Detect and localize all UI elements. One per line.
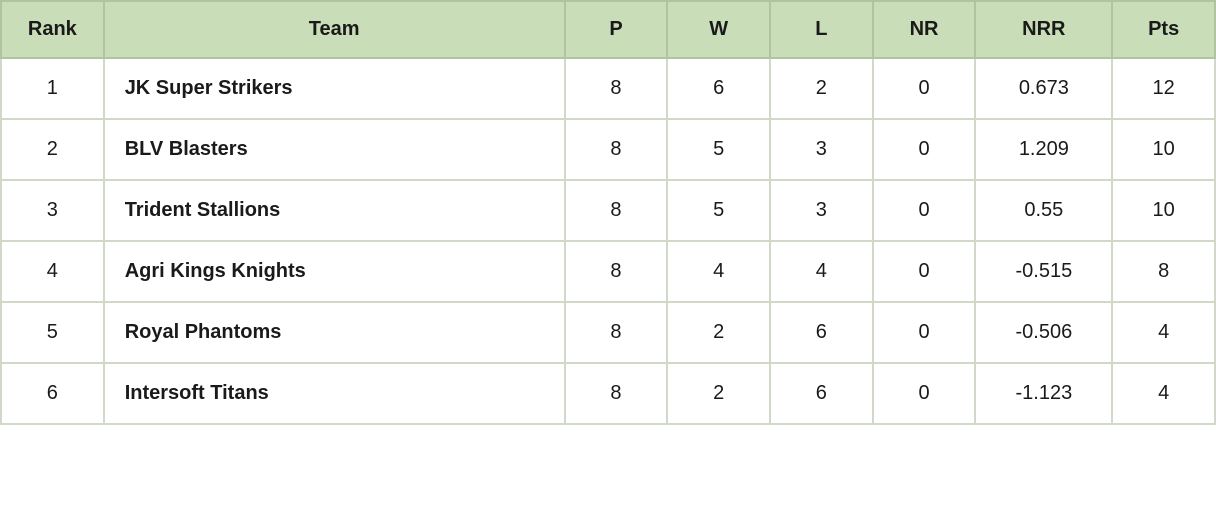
cell-nr: 0 [873,58,976,119]
cell-w: 5 [667,180,770,241]
header-w: W [667,1,770,58]
cell-nrr: 0.55 [975,180,1112,241]
cell-l: 4 [770,241,873,302]
cell-team: Agri Kings Knights [104,241,565,302]
cell-rank: 6 [1,363,104,424]
cell-team: BLV Blasters [104,119,565,180]
cell-nr: 0 [873,363,976,424]
cell-team: JK Super Strikers [104,58,565,119]
table-row: 3Trident Stallions85300.5510 [1,180,1215,241]
cell-nrr: -0.506 [975,302,1112,363]
header-l: L [770,1,873,58]
cell-w: 4 [667,241,770,302]
cell-pts: 10 [1112,180,1215,241]
cell-team: Royal Phantoms [104,302,565,363]
cell-p: 8 [565,58,668,119]
cell-p: 8 [565,241,668,302]
cell-nr: 0 [873,180,976,241]
cell-l: 3 [770,180,873,241]
cell-pts: 10 [1112,119,1215,180]
cell-pts: 4 [1112,302,1215,363]
cell-l: 3 [770,119,873,180]
cell-pts: 8 [1112,241,1215,302]
cell-rank: 3 [1,180,104,241]
table-header-row: Rank Team P W L NR NRR Pts [1,1,1215,58]
cell-w: 2 [667,363,770,424]
cell-rank: 1 [1,58,104,119]
cell-l: 2 [770,58,873,119]
cell-l: 6 [770,302,873,363]
cell-nrr: -1.123 [975,363,1112,424]
cell-w: 5 [667,119,770,180]
table-row: 5Royal Phantoms8260-0.5064 [1,302,1215,363]
cell-nr: 0 [873,302,976,363]
cell-p: 8 [565,119,668,180]
standings-table: Rank Team P W L NR NRR Pts 1JK Super Str… [0,0,1216,425]
cell-l: 6 [770,363,873,424]
header-p: P [565,1,668,58]
cell-team: Trident Stallions [104,180,565,241]
header-nrr: NRR [975,1,1112,58]
cell-w: 2 [667,302,770,363]
cell-rank: 2 [1,119,104,180]
cell-rank: 5 [1,302,104,363]
cell-pts: 4 [1112,363,1215,424]
header-pts: Pts [1112,1,1215,58]
cell-nr: 0 [873,241,976,302]
cell-pts: 12 [1112,58,1215,119]
cell-p: 8 [565,363,668,424]
cell-rank: 4 [1,241,104,302]
cell-nrr: 1.209 [975,119,1112,180]
cell-nrr: -0.515 [975,241,1112,302]
cell-nr: 0 [873,119,976,180]
header-nr: NR [873,1,976,58]
cell-p: 8 [565,180,668,241]
header-team: Team [104,1,565,58]
table-row: 1JK Super Strikers86200.67312 [1,58,1215,119]
header-rank: Rank [1,1,104,58]
cell-p: 8 [565,302,668,363]
cell-nrr: 0.673 [975,58,1112,119]
table-row: 6Intersoft Titans8260-1.1234 [1,363,1215,424]
table-row: 4Agri Kings Knights8440-0.5158 [1,241,1215,302]
cell-team: Intersoft Titans [104,363,565,424]
cell-w: 6 [667,58,770,119]
table-row: 2BLV Blasters85301.20910 [1,119,1215,180]
